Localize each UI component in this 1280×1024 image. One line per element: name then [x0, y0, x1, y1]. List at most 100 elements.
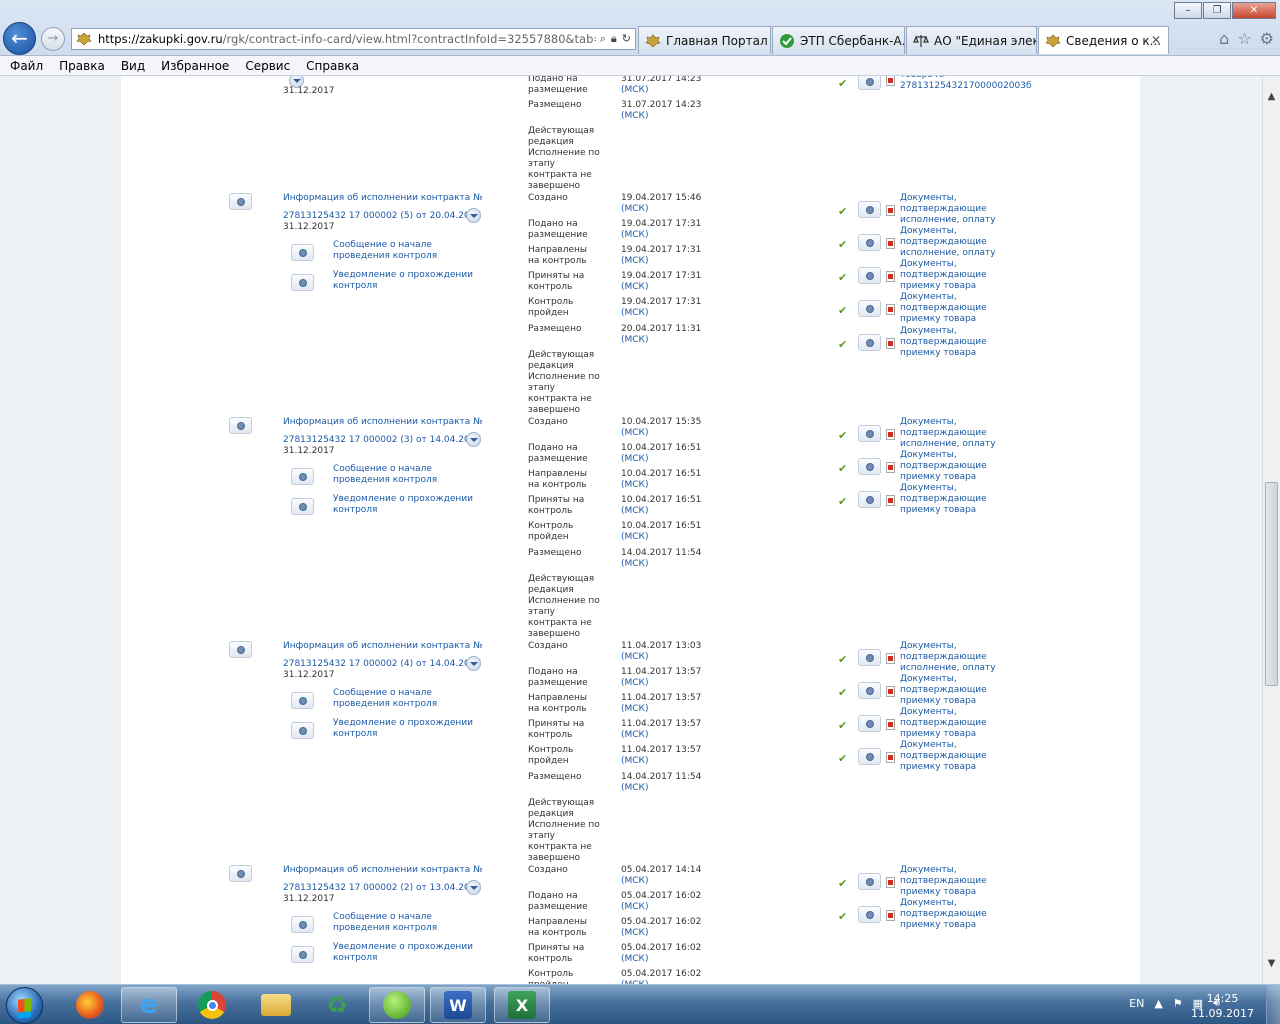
- minimize-button[interactable]: –: [1174, 2, 1202, 19]
- pdf-icon[interactable]: [886, 462, 895, 473]
- pdf-icon[interactable]: [886, 653, 895, 664]
- tab-edinaya[interactable]: АО "Единая элек...: [906, 26, 1037, 54]
- pdf-icon[interactable]: [886, 752, 895, 763]
- document-certificate-icon[interactable]: [858, 425, 881, 442]
- control-notice-link[interactable]: Сообщение о начале проведения контроля: [333, 688, 483, 710]
- taskbar-excel[interactable]: X: [494, 987, 550, 1023]
- document-link[interactable]: Документы, подтверждающие приемку товара: [900, 292, 1020, 325]
- record-title-line2[interactable]: 27813125432 17 000002 (2) от 13.04.2017: [283, 883, 481, 894]
- control-certificate-icon[interactable]: [291, 244, 314, 261]
- document-link[interactable]: Документы, подтверждающие приемку товара: [900, 259, 1020, 292]
- tab-svedeniya[interactable]: Сведения о к... ✕: [1038, 26, 1169, 54]
- document-certificate-icon[interactable]: [858, 682, 881, 699]
- taskbar-firefox[interactable]: [62, 987, 118, 1023]
- forward-button[interactable]: →: [41, 27, 65, 51]
- record-certificate-icon[interactable]: [229, 641, 252, 658]
- document-certificate-icon[interactable]: [858, 267, 881, 284]
- home-icon[interactable]: ⌂: [1219, 29, 1229, 48]
- pdf-icon[interactable]: [886, 495, 895, 506]
- control-notice-link[interactable]: Уведомление о прохождении контроля: [333, 718, 483, 740]
- certificate-icon[interactable]: [858, 76, 881, 90]
- record-certificate-icon[interactable]: [229, 417, 252, 434]
- document-link[interactable]: Документы, подтверждающие исполнение, оп…: [900, 641, 1020, 674]
- show-desktop-button[interactable]: [1266, 985, 1280, 1024]
- expand-chevron-icon[interactable]: [466, 208, 481, 223]
- control-certificate-icon[interactable]: [291, 498, 314, 515]
- close-button[interactable]: ✕: [1232, 2, 1276, 19]
- pdf-icon[interactable]: [886, 76, 895, 86]
- document-link[interactable]: Документы, подтверждающие исполнение, оп…: [900, 226, 1020, 259]
- pdf-icon[interactable]: [886, 304, 895, 315]
- document-link[interactable]: Документы, подтверждающие приемку товара: [900, 740, 1020, 773]
- control-notice-link[interactable]: Уведомление о прохождении контроля: [333, 942, 483, 964]
- lock-icon[interactable]: 🔒︎: [611, 32, 617, 46]
- document-link[interactable]: Документы, подтверждающие приемку товара: [900, 674, 1020, 707]
- document-certificate-icon[interactable]: [858, 873, 881, 890]
- expand-chevron-icon[interactable]: [466, 880, 481, 895]
- document-link[interactable]: Документы, подтверждающие приемку товара: [900, 450, 1020, 483]
- control-notice-link[interactable]: Сообщение о начале проведения контроля: [333, 464, 483, 486]
- document-certificate-icon[interactable]: [858, 300, 881, 317]
- expand-chevron-icon[interactable]: [466, 432, 481, 447]
- vertical-scrollbar[interactable]: ▲ ▼: [1262, 76, 1280, 984]
- menu-view[interactable]: Вид: [121, 59, 145, 73]
- search-icon[interactable]: ⌕: [600, 32, 606, 46]
- control-certificate-icon[interactable]: [291, 916, 314, 933]
- menu-file[interactable]: Файл: [10, 59, 43, 73]
- document-certificate-icon[interactable]: [858, 748, 881, 765]
- taskbar-chrome[interactable]: [184, 987, 240, 1023]
- record-title-line2[interactable]: 27813125432 17 000002 (5) от 20.04.2017: [283, 211, 481, 222]
- tab-main-portal[interactable]: Главная Портал ...: [638, 26, 771, 54]
- scroll-up-arrow-icon[interactable]: ▲: [1263, 88, 1280, 105]
- language-indicator[interactable]: EN: [1129, 997, 1144, 1010]
- record-title-line1[interactable]: Информация об исполнении контракта №: [283, 193, 483, 204]
- pdf-icon[interactable]: [886, 877, 895, 888]
- control-notice-link[interactable]: Уведомление о прохождении контроля: [333, 270, 483, 292]
- pdf-icon[interactable]: [886, 429, 895, 440]
- document-certificate-icon[interactable]: [858, 201, 881, 218]
- taskbar-internet-explorer[interactable]: e: [121, 987, 177, 1023]
- tab-sberbank[interactable]: ЭТП Сбербанк-А...: [772, 26, 905, 54]
- control-certificate-icon[interactable]: [291, 722, 314, 739]
- menu-edit[interactable]: Правка: [59, 59, 105, 73]
- document-link[interactable]: Документы, подтверждающие исполнение, оп…: [900, 417, 1020, 450]
- url-text[interactable]: https://zakupki.gov.ru/rgk/contract-info…: [98, 32, 596, 46]
- refresh-icon[interactable]: ↻: [622, 32, 631, 46]
- back-button[interactable]: ←: [3, 22, 36, 55]
- control-certificate-icon[interactable]: [291, 692, 314, 709]
- taskbar-word[interactable]: W: [430, 987, 486, 1023]
- menu-help[interactable]: Справка: [306, 59, 359, 73]
- expand-chevron-icon[interactable]: [466, 656, 481, 671]
- record-title-line2[interactable]: 27813125432 17 000002 (3) от 14.04.2017: [283, 435, 481, 446]
- record-certificate-icon[interactable]: [229, 193, 252, 210]
- document-certificate-icon[interactable]: [858, 334, 881, 351]
- taskbar-file-explorer[interactable]: [248, 987, 304, 1023]
- pdf-icon[interactable]: [886, 686, 895, 697]
- pdf-icon[interactable]: [886, 719, 895, 730]
- control-notice-link[interactable]: Сообщение о начале проведения контроля: [333, 912, 483, 934]
- flag-icon[interactable]: ⚑: [1173, 997, 1183, 1010]
- restore-button[interactable]: ❐: [1203, 2, 1231, 19]
- system-clock[interactable]: 14:25 11.09.2017: [1191, 991, 1254, 1021]
- pdf-icon[interactable]: [886, 205, 895, 216]
- document-certificate-icon[interactable]: [858, 649, 881, 666]
- record-certificate-icon[interactable]: [229, 865, 252, 882]
- favorites-star-icon[interactable]: ☆: [1237, 29, 1251, 48]
- document-link[interactable]: Документы, подтверждающие приемку товара: [900, 326, 1020, 359]
- control-certificate-icon[interactable]: [291, 274, 314, 291]
- document-link[interactable]: Документы, подтверждающие приемку товара: [900, 483, 1020, 516]
- document-link[interactable]: Документы, подтверждающие приемку товара: [900, 865, 1020, 898]
- taskbar-chat[interactable]: [369, 987, 425, 1023]
- record-title-line1[interactable]: Информация об исполнении контракта №: [283, 865, 483, 876]
- document-certificate-icon[interactable]: [858, 234, 881, 251]
- menu-tools[interactable]: Сервис: [245, 59, 290, 73]
- document-link[interactable]: Документы, подтверждающие исполнение, оп…: [900, 193, 1020, 226]
- document-link[interactable]: товара № 2781312543217000002003б: [900, 76, 1032, 92]
- scrollbar-thumb[interactable]: [1265, 482, 1278, 686]
- document-link[interactable]: Документы, подтверждающие приемку товара: [900, 898, 1020, 931]
- control-notice-link[interactable]: Сообщение о начале проведения контроля: [333, 240, 483, 262]
- taskbar-recycle[interactable]: ♻: [309, 987, 365, 1023]
- start-button[interactable]: [6, 987, 43, 1024]
- pdf-icon[interactable]: [886, 910, 895, 921]
- record-title-line2[interactable]: 27813125432 17 000002 (4) от 14.04.2017: [283, 659, 481, 670]
